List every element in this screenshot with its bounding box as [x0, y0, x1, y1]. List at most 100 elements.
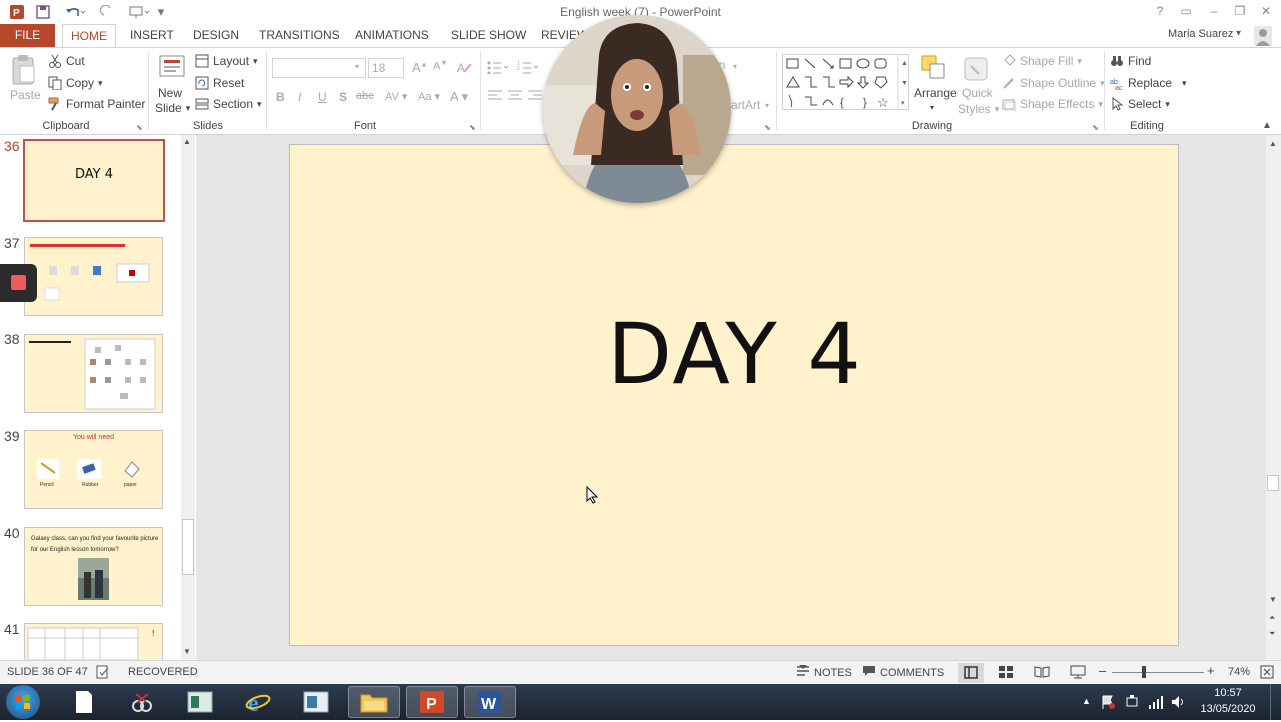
zoom-in-button[interactable]: +: [1207, 663, 1215, 678]
new-slide-icon[interactable]: [158, 52, 186, 82]
arrange-button[interactable]: Arrange: [914, 86, 957, 100]
clock-date[interactable]: 13/05/2020: [1192, 703, 1264, 715]
align-center-icon[interactable]: [508, 90, 522, 105]
scroll-down-icon[interactable]: ▼: [1269, 595, 1277, 604]
slide-thumbnail-40[interactable]: Galaxy class, can you find your favourit…: [24, 527, 163, 606]
paste-icon[interactable]: [10, 54, 38, 86]
quick-styles-icon[interactable]: [963, 54, 991, 82]
tab-transitions[interactable]: TRANSITIONS: [251, 24, 348, 48]
previous-slide-icon[interactable]: ⏶: [1269, 613, 1275, 623]
network-signal-icon[interactable]: [1148, 694, 1164, 713]
shape-effects-button[interactable]: Shape Effects ▾: [1002, 97, 1103, 112]
arrange-dropdown-icon[interactable]: ▾: [930, 103, 934, 112]
shape-outline-button[interactable]: Shape Outline ▾: [1002, 76, 1105, 90]
slide-scrollbar[interactable]: ▲ ▼ ⏶ ⏷: [1266, 135, 1281, 660]
record-button[interactable]: [0, 264, 37, 302]
shape-fill-button[interactable]: Shape Fill ▾: [1002, 54, 1082, 68]
shrink-font-icon[interactable]: A▼: [433, 60, 447, 73]
font-name-input[interactable]: [272, 58, 366, 78]
clock-time[interactable]: 10:57: [1192, 687, 1264, 699]
current-slide[interactable]: DAY 4: [289, 144, 1179, 646]
slide-thumbnail-37[interactable]: [24, 237, 163, 316]
slide-thumbnail-39[interactable]: You will need Pencil Rubber paper: [24, 430, 163, 509]
font-size-input[interactable]: 18: [368, 58, 404, 78]
convert-smartart-label[interactable]: artArt: [731, 98, 760, 112]
taskbar-internet-explorer-icon[interactable]: e: [232, 686, 284, 718]
ribbon-display-icon[interactable]: ▭: [1174, 3, 1198, 19]
text-shadow-button[interactable]: S: [339, 90, 347, 104]
change-case-icon[interactable]: Aa ▾: [418, 90, 440, 103]
quick-styles-label-2[interactable]: Styles ▾: [958, 102, 999, 116]
collapse-ribbon-icon[interactable]: ▲: [1262, 120, 1272, 131]
slide-thumbnail-38[interactable]: [24, 334, 163, 413]
character-spacing-icon[interactable]: AV ▾: [385, 90, 407, 103]
slide-thumbnail-36[interactable]: DAY 4: [23, 139, 165, 222]
taskbar-powerpoint-icon[interactable]: P: [406, 686, 458, 718]
show-hidden-icons-icon[interactable]: ▲: [1082, 696, 1091, 706]
paragraph-launcher-icon[interactable]: ⬊: [764, 123, 771, 132]
user-name[interactable]: Maria Suarez: [1168, 28, 1233, 40]
close-icon[interactable]: ✕: [1254, 3, 1278, 19]
taskbar-file-explorer-icon[interactable]: [348, 686, 400, 718]
text-direction-dropdown-icon[interactable]: ▾: [733, 62, 737, 71]
zoom-out-button[interactable]: –: [1099, 663, 1106, 678]
find-button[interactable]: Find: [1110, 54, 1151, 68]
paste-button[interactable]: Paste: [10, 88, 41, 102]
cut-button[interactable]: Cut: [48, 54, 85, 68]
smartart-dropdown-icon[interactable]: ▾: [765, 101, 769, 110]
restore-icon[interactable]: ❐: [1228, 3, 1252, 19]
font-launcher-icon[interactable]: ⬊: [469, 123, 476, 132]
tab-file[interactable]: FILE: [0, 24, 55, 48]
fit-to-window-icon[interactable]: [1260, 665, 1274, 682]
avatar[interactable]: [1254, 26, 1272, 46]
notes-button[interactable]: NOTES: [796, 665, 852, 680]
slide-show-icon[interactable]: [1070, 665, 1086, 682]
arrange-icon[interactable]: [920, 54, 948, 82]
show-desktop-button[interactable]: [1270, 684, 1281, 720]
quick-styles-label[interactable]: Quick: [962, 86, 993, 100]
scroll-up-icon[interactable]: ▲: [1269, 139, 1277, 148]
taskbar-app-icon[interactable]: [174, 686, 226, 718]
slide-scroll-thumb[interactable]: [1267, 475, 1279, 491]
shapes-gallery[interactable]: { } ☆ ▲ ▼ ▾: [782, 54, 909, 111]
tab-slide-show[interactable]: SLIDE SHOW: [443, 24, 534, 48]
reset-button[interactable]: Reset: [195, 76, 244, 90]
normal-view-button[interactable]: [958, 663, 984, 683]
taskbar-blank-document-icon[interactable]: [58, 686, 110, 718]
minimize-icon[interactable]: –: [1202, 3, 1226, 19]
taskbar-app-icon-2[interactable]: [290, 686, 342, 718]
section-button[interactable]: Section ▾: [195, 97, 262, 111]
comments-button[interactable]: COMMENTS: [862, 665, 944, 680]
start-button[interactable]: [6, 685, 40, 719]
strikethrough-button[interactable]: abc: [356, 90, 374, 102]
drawing-launcher-icon[interactable]: ⬊: [1092, 123, 1099, 132]
font-color-icon[interactable]: A ▾: [450, 89, 468, 105]
tab-animations[interactable]: ANIMATIONS: [347, 24, 437, 48]
align-right-icon[interactable]: [528, 90, 542, 105]
bold-button[interactable]: B: [276, 90, 285, 104]
power-icon[interactable]: [1124, 694, 1140, 713]
next-slide-icon[interactable]: ⏷: [1269, 629, 1275, 639]
grow-font-icon[interactable]: A▲: [412, 60, 428, 75]
new-slide-label-2[interactable]: Slide ▾: [155, 101, 190, 115]
format-painter-button[interactable]: Format Painter: [48, 97, 145, 111]
slide-thumbnail-41[interactable]: !: [24, 623, 163, 660]
help-icon[interactable]: ?: [1148, 3, 1172, 19]
numbering-icon[interactable]: 12: [517, 60, 541, 77]
user-dropdown-icon[interactable]: ▾: [1236, 28, 1241, 39]
font-name-dropdown-icon[interactable]: ▾: [355, 62, 359, 71]
layout-button[interactable]: Layout ▾: [195, 54, 258, 68]
action-center-flag-icon[interactable]: [1100, 694, 1116, 713]
new-slide-label[interactable]: New: [158, 86, 182, 100]
taskbar-word-icon[interactable]: W: [464, 686, 516, 718]
bullets-icon[interactable]: [487, 60, 511, 77]
zoom-slider[interactable]: [1112, 672, 1204, 673]
taskbar-snipping-tool-icon[interactable]: [116, 686, 168, 718]
thumbnail-scrollbar[interactable]: ▲ ▼: [181, 135, 195, 660]
scroll-up-icon[interactable]: ▲: [183, 137, 191, 146]
scroll-down-icon[interactable]: ▼: [183, 647, 191, 656]
clear-formatting-icon[interactable]: A: [456, 60, 472, 77]
copy-button[interactable]: Copy ▾: [48, 76, 103, 91]
zoom-slider-thumb[interactable]: [1142, 666, 1146, 678]
tab-home[interactable]: HOME: [62, 24, 116, 48]
